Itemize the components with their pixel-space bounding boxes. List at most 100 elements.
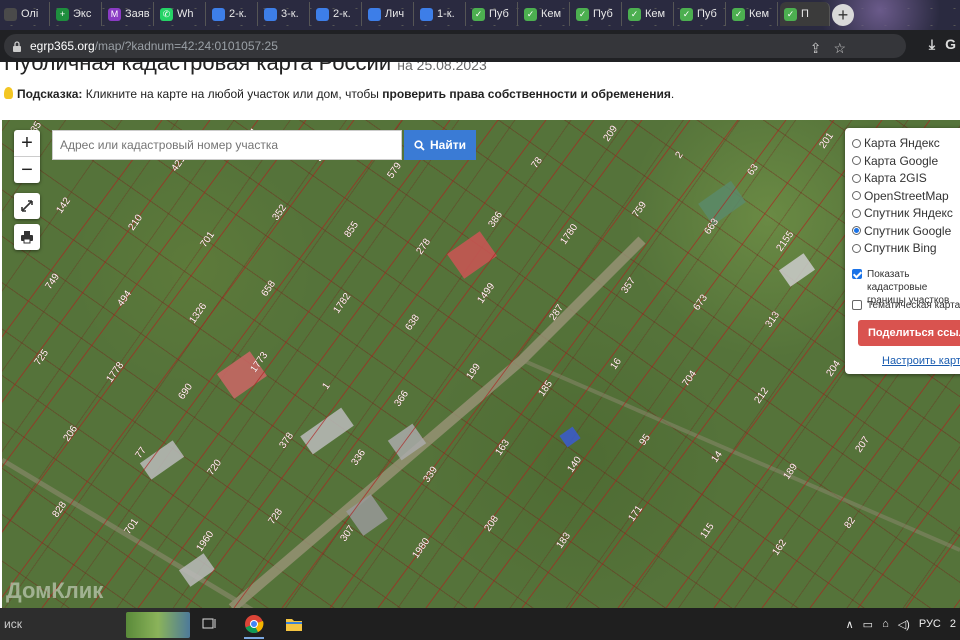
- layer-option[interactable]: Спутник Bing: [852, 241, 937, 255]
- building-shape: [559, 426, 581, 448]
- task-view-button[interactable]: [190, 608, 230, 640]
- building-shape: [778, 253, 816, 287]
- parcel-number-label: 1780: [558, 222, 580, 247]
- browser-tab[interactable]: ✓ Пуб: [468, 2, 518, 26]
- parcel-boundary: [377, 120, 739, 608]
- chrome-taskbar-button[interactable]: [234, 608, 274, 640]
- parcel-number-label: 206: [61, 423, 80, 443]
- chevron-up-icon[interactable]: ∧: [846, 618, 854, 631]
- parcel-number-label: 1778: [104, 360, 126, 385]
- parcel-number-label: 579: [385, 160, 404, 180]
- google-icon[interactable]: G: [945, 36, 956, 53]
- layer-option[interactable]: Карта Яндекс: [852, 136, 940, 150]
- fullscreen-button[interactable]: [14, 193, 40, 219]
- browser-tab[interactable]: 2-к.: [312, 2, 362, 26]
- browser-tab[interactable]: 2-к.: [208, 2, 258, 26]
- volume-icon[interactable]: ◁): [898, 618, 910, 631]
- layer-option-label: Спутник Bing: [864, 241, 937, 255]
- browser-tab[interactable]: Олі: [0, 2, 50, 26]
- tab-favicon-icon: ✓: [732, 7, 745, 21]
- parcel-number-label: 638: [403, 312, 422, 332]
- tab-label: 2-к.: [229, 8, 247, 20]
- tab-label: Кем: [645, 8, 666, 20]
- share-page-icon[interactable]: ⇪: [810, 40, 822, 57]
- tab-favicon-icon: ✓: [784, 7, 797, 21]
- layer-option[interactable]: Спутник Google: [852, 224, 951, 238]
- map-watermark: ДомКлик: [6, 578, 104, 603]
- parcel-number-label: 313: [763, 309, 782, 329]
- tab-label: П: [801, 8, 809, 20]
- bookmark-star-icon[interactable]: ☆: [833, 40, 846, 57]
- parcel-number-label: 77: [133, 445, 149, 461]
- address-bar[interactable]: egrp365.org/map/?kadnum=42:24:0101057:25…: [4, 34, 906, 58]
- parcel-number-label: 278: [414, 236, 433, 256]
- zoom-out-button[interactable]: −: [14, 156, 40, 183]
- clock-fragment[interactable]: 2: [950, 618, 956, 630]
- browser-tab[interactable]: ✓ Кем: [624, 2, 674, 26]
- parcel-number-label: 1773: [248, 350, 270, 375]
- share-link-button[interactable]: Поделиться ссылкой: [858, 320, 960, 346]
- parcel-number-label: 199: [464, 361, 483, 381]
- map-layer-panel: Показать кадастровые границы участков Те…: [845, 128, 960, 374]
- device-icon[interactable]: ▭: [863, 618, 873, 631]
- building-shape: [447, 231, 497, 279]
- browser-tab[interactable]: + Экс: [52, 2, 102, 26]
- tab-favicon-icon: [212, 7, 225, 21]
- parcel-number-label: 82: [842, 515, 858, 531]
- layer-option-label: Карта Google: [864, 153, 939, 168]
- parcel-boundary: [233, 120, 595, 608]
- layer-option-label: Карта 2GIS: [864, 171, 927, 185]
- browser-tab[interactable]: 3-к.: [260, 2, 310, 26]
- tab-favicon-icon: [264, 7, 277, 21]
- parcel-number-label: 204: [824, 358, 843, 378]
- find-button[interactable]: Найти: [404, 130, 476, 160]
- layer-option-label: Спутник Яндекс: [864, 206, 953, 220]
- layer-option[interactable]: OpenStreetMap: [852, 189, 949, 203]
- browser-tab[interactable]: Лич: [364, 2, 414, 26]
- building-shape: [139, 440, 185, 480]
- parcel-number-label: 142: [54, 195, 73, 215]
- tab-label: Экс: [73, 8, 92, 20]
- configure-map-link[interactable]: Настроить карту: [882, 355, 960, 367]
- language-indicator[interactable]: РУС: [919, 618, 941, 630]
- browser-tab[interactable]: ✓ П: [780, 2, 830, 26]
- layer-option[interactable]: Карта 2GIS: [852, 171, 927, 185]
- layer-option[interactable]: Карта Google: [852, 154, 938, 168]
- radio-icon: [852, 208, 861, 218]
- cadastral-map[interactable]: 7351348421274346579524782092632011422107…: [2, 120, 960, 608]
- print-button[interactable]: [14, 224, 40, 250]
- browser-tab[interactable]: ✆ Wh: [156, 2, 206, 26]
- zoom-in-button[interactable]: +: [14, 130, 40, 156]
- explorer-taskbar-button[interactable]: [274, 608, 314, 640]
- new-tab-button[interactable]: +: [832, 4, 854, 26]
- parcel-number-label: 378: [277, 430, 296, 450]
- address-search-input[interactable]: [52, 130, 402, 160]
- network-icon[interactable]: ⌂: [882, 618, 889, 630]
- parcel-number-label: 1326: [187, 301, 209, 326]
- parcel-number-label: 366: [392, 388, 411, 408]
- browser-tab[interactable]: ✓ Пуб: [676, 2, 726, 26]
- thematic-map-checkbox[interactable]: Тематическая карта: [852, 299, 960, 312]
- browser-tab[interactable]: M Заяв: [104, 2, 154, 26]
- layer-option-label: Карта Яндекс: [864, 136, 940, 150]
- parcel-overlay: 7351348421274346579524782092632011422107…: [2, 120, 960, 608]
- download-icon[interactable]: ⤓: [929, 36, 935, 53]
- parcel-number-label: 209: [601, 123, 620, 143]
- tab-favicon-icon: M: [108, 7, 121, 21]
- browser-tab[interactable]: ✓ Пуб: [572, 2, 622, 26]
- layer-option[interactable]: Спутник Яндекс: [852, 206, 953, 220]
- parcel-number-label: 339: [421, 464, 440, 484]
- parcel-number-label: 14: [709, 449, 725, 465]
- browser-tab[interactable]: ✓ Кем: [728, 2, 778, 26]
- checkbox-checked-icon: [852, 269, 862, 279]
- printer-icon: [21, 231, 33, 244]
- browser-tab[interactable]: ✓ Кем: [520, 2, 570, 26]
- parcel-number-label: 357: [619, 275, 638, 295]
- find-button-label: Найти: [430, 138, 466, 152]
- tab-label: Wh: [177, 8, 194, 20]
- browser-tab[interactable]: 1-к.: [416, 2, 466, 26]
- parcel-boundary: [329, 120, 691, 608]
- parcel-boundary: [2, 120, 355, 598]
- parcel-number-label: 208: [482, 513, 501, 533]
- tab-favicon-icon: ✓: [524, 7, 537, 21]
